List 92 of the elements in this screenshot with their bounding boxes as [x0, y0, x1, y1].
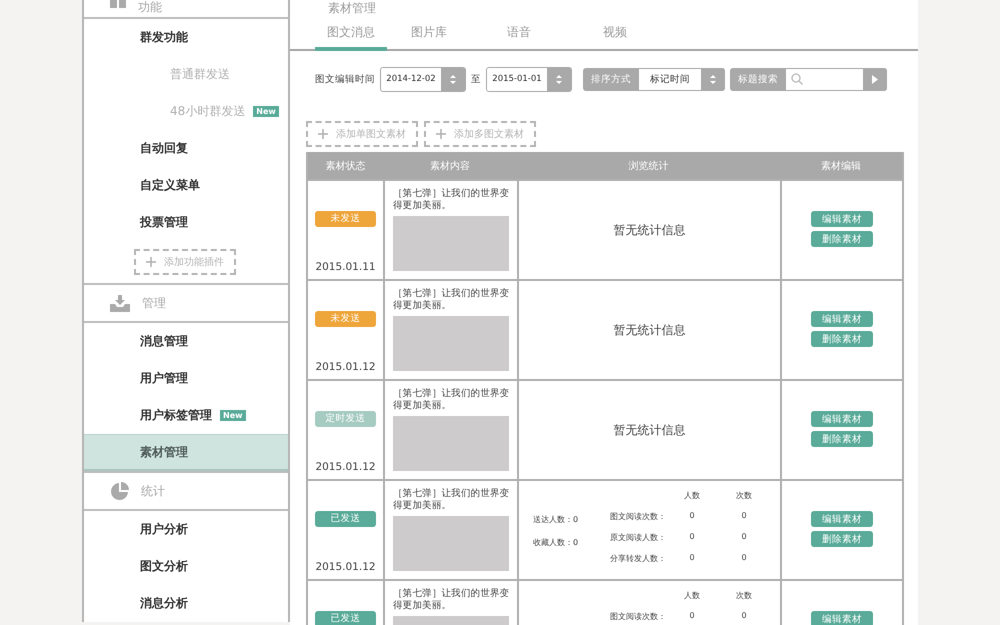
edit-button[interactable]: 编辑素材 [811, 511, 873, 527]
sidebar-item[interactable]: 素材管理 [84, 434, 288, 471]
range-separator: 至 [471, 72, 481, 86]
spinner-icon [449, 74, 457, 84]
tab[interactable]: 语音 [507, 24, 603, 51]
delete-button[interactable]: 删除素材 [811, 231, 873, 247]
article-title: ［第七弹］让我们的世界变得更加美丽。 [392, 387, 510, 412]
column-header: 浏览统计 [628, 160, 670, 174]
date-text: 2015.01.11 [315, 261, 376, 273]
section-title: 统计 [141, 484, 165, 498]
article-title: ［第七弹］让我们的世界变得更加美丽。 [392, 587, 510, 612]
delete-button[interactable]: 删除素材 [811, 431, 873, 447]
column-header: 素材内容 [429, 160, 471, 174]
tab[interactable]: 图文消息 [315, 24, 387, 51]
status-badge: 定时发送 [315, 411, 376, 427]
sidebar-item[interactable]: 自动回复 [84, 130, 288, 167]
stat-value: 0 [688, 511, 696, 522]
add-material-button[interactable]: 添加多图文素材 [424, 121, 536, 147]
stat-value: 0 [688, 611, 696, 622]
stat-value: 0 [740, 532, 748, 543]
stat-value: 0 [688, 553, 696, 564]
stat-label: 分享转发人数： [609, 553, 666, 564]
date-text: 2015.01.12 [315, 561, 376, 573]
sidebar-item[interactable]: 投票管理 [84, 204, 288, 241]
new-badge: New [253, 106, 279, 117]
plus-icon [146, 257, 156, 267]
sidebar-item[interactable]: 消息分析 [84, 585, 288, 622]
stat-label: 原文阅读人数： [609, 532, 666, 543]
stat-value: 0 [740, 511, 748, 522]
delete-button[interactable]: 删除素材 [811, 331, 873, 347]
status-badge: 未发送 [315, 211, 376, 227]
status-badge: 已发送 [315, 611, 376, 625]
no-stats-text: 暂无统计信息 [614, 322, 686, 338]
edit-button[interactable]: 编辑素材 [811, 411, 873, 427]
date-field[interactable]: 2015-01-01 [486, 66, 572, 92]
edit-button[interactable]: 编辑素材 [811, 311, 873, 327]
sidebar-item[interactable]: 48小时群发送 New [84, 93, 288, 130]
sidebar-item[interactable]: 用户分析 [84, 511, 288, 548]
article-title: ［第七弹］让我们的世界变得更加美丽。 [392, 287, 510, 312]
pie-chart-icon [110, 482, 129, 500]
filter-label: 图文编辑时间 [315, 72, 375, 86]
search-field[interactable] [786, 68, 863, 90]
plus-icon [436, 129, 446, 139]
add-material-button[interactable]: 添加单图文素材 [306, 121, 418, 147]
status-badge: 未发送 [315, 311, 376, 327]
article-title: ［第七弹］让我们的世界变得更加美丽。 [392, 487, 510, 512]
sidebar-item[interactable]: 图文分析 [84, 548, 288, 585]
sidebar-item[interactable]: 消息管理 [84, 323, 288, 360]
stat-value: 0 [688, 532, 696, 543]
stat-summary: 收藏人数：0 [533, 537, 580, 548]
edit-button[interactable]: 编辑素材 [811, 611, 873, 625]
stat-header: 人数 [683, 590, 701, 601]
delete-button[interactable]: 删除素材 [811, 531, 873, 547]
plus-icon [318, 129, 328, 139]
article-title: ［第七弹］让我们的世界变得更加美丽。 [392, 187, 510, 212]
stat-summary: 送达人数：0 [533, 514, 580, 525]
stat-header: 人数 [683, 490, 701, 501]
spinner-icon [555, 74, 563, 84]
edit-button[interactable]: 编辑素材 [811, 211, 873, 227]
date-text: 2015.01.12 [315, 361, 376, 373]
tab[interactable]: 图片库 [411, 24, 507, 51]
sort-select[interactable]: 标记时间 [639, 68, 701, 90]
tab[interactable]: 视频 [603, 24, 699, 51]
new-badge: New [220, 410, 246, 421]
no-stats-text: 暂无统计信息 [614, 222, 686, 238]
no-stats-text: 暂无统计信息 [614, 422, 686, 438]
date-field[interactable]: 2014-12-02 [380, 66, 466, 92]
stat-header: 次数 [735, 490, 753, 501]
sidebar-item[interactable]: 用户标签管理 New [84, 397, 288, 434]
stat-value: 0 [740, 611, 748, 622]
section-title: 管理 [142, 296, 166, 310]
date-text: 2015.01.12 [315, 461, 376, 473]
sidebar-item[interactable]: 自定义菜单 [84, 167, 288, 204]
sort-label: 排序方式 [590, 72, 632, 86]
search-label: 标题搜索 [737, 72, 779, 86]
add-plugin-button[interactable]: 添加功能插件 [134, 249, 236, 275]
sidebar-item[interactable]: 用户管理 [84, 360, 288, 397]
section-title: 功能 [138, 0, 162, 14]
stat-value: 0 [740, 553, 748, 564]
spinner-icon [709, 74, 717, 84]
sidebar-item[interactable]: 群发功能 [84, 19, 288, 56]
stat-label: 图文阅读次数： [609, 611, 666, 622]
play-icon [872, 74, 878, 84]
stat-label: 图文阅读次数： [609, 511, 666, 522]
stat-header: 次数 [735, 590, 753, 601]
column-header: 素材编辑 [820, 160, 862, 174]
column-header: 素材状态 [324, 160, 366, 174]
inbox-icon [110, 294, 130, 312]
sidebar-item[interactable]: 普通群发送 [84, 56, 288, 93]
page-title: 素材管理 [327, 0, 377, 16]
status-badge: 已发送 [315, 511, 376, 527]
search-icon [791, 73, 803, 85]
